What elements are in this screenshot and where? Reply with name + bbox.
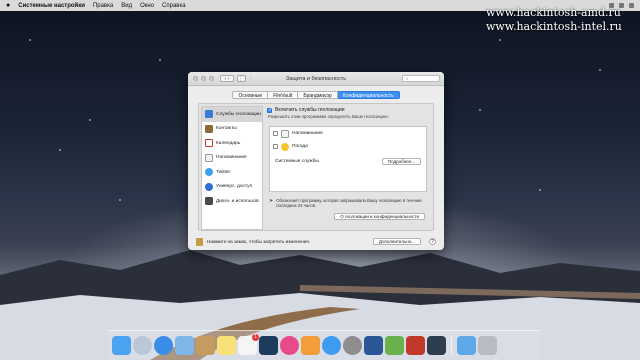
location-arrow-icon: ➤ bbox=[269, 198, 274, 204]
search-icon: ⌕ bbox=[406, 76, 409, 81]
sidebar-item-label: Службы геолокации bbox=[216, 111, 261, 117]
watermark-line: www.hackintosh-amd.ru bbox=[486, 6, 621, 19]
ibooks-icon[interactable] bbox=[301, 336, 320, 355]
enable-location-row[interactable]: Включить службы геолокации bbox=[267, 107, 431, 113]
sidebar-item-label: Контакты bbox=[216, 126, 237, 132]
location-note: ➤ Обозначает программу, которая запрашив… bbox=[269, 198, 427, 208]
sidebar-item-reminders[interactable]: Напоминания bbox=[202, 151, 262, 166]
tab-filevault[interactable]: FileVault bbox=[268, 91, 299, 99]
sidebar-item-label: Универс. доступ bbox=[216, 184, 253, 190]
sidebar-item-label: Twitter bbox=[216, 169, 231, 175]
about-privacy-button[interactable]: О геолокации и конфиденциальности bbox=[334, 213, 425, 220]
note-text: Обозначает программу, которая запрашивал… bbox=[276, 198, 422, 208]
watermark: www.hackintosh-amd.ru www.hackintosh-int… bbox=[486, 6, 622, 34]
twitter-icon bbox=[205, 168, 213, 177]
contacts-icon bbox=[205, 124, 213, 133]
sidebar-item-label: Календарь bbox=[216, 140, 241, 146]
sidebar-item-accessibility[interactable]: Универс. доступ bbox=[202, 180, 262, 195]
video-icon[interactable] bbox=[406, 336, 425, 355]
notes-icon[interactable] bbox=[217, 336, 236, 355]
search-field[interactable]: ⌕ bbox=[402, 75, 440, 82]
reminders-icon bbox=[205, 153, 213, 162]
menu-item-view[interactable]: Вид bbox=[121, 3, 132, 9]
trash-icon[interactable] bbox=[478, 336, 497, 355]
app-label: Напоминания bbox=[292, 131, 323, 136]
allow-apps-label: Разрешить этим программам определять Ваш… bbox=[268, 114, 389, 119]
menu-item-window[interactable]: Окно bbox=[140, 3, 154, 9]
app-checkbox[interactable] bbox=[273, 131, 278, 136]
window-footer: Нажмите на замок, чтобы запретить измене… bbox=[188, 233, 444, 250]
sidebar-item-calendar[interactable]: Календарь bbox=[202, 136, 262, 151]
tab-privacy[interactable]: Конфиденциальность bbox=[337, 91, 400, 99]
accessibility-icon bbox=[205, 182, 213, 191]
launchpad-icon[interactable] bbox=[133, 336, 152, 355]
location-app-list: Напоминания Погода Системные службы Подр… bbox=[269, 126, 427, 192]
diagnostics-icon bbox=[205, 197, 213, 206]
display-icon[interactable] bbox=[427, 336, 446, 355]
lock-text: Нажмите на замок, чтобы запретить измене… bbox=[207, 239, 310, 244]
advanced-button[interactable]: Дополнительно... bbox=[372, 238, 421, 245]
app-label: Погода bbox=[292, 144, 308, 149]
app-checkbox[interactable] bbox=[273, 144, 278, 149]
status-icon[interactable] bbox=[629, 3, 634, 8]
enable-location-label: Включить службы геолокации bbox=[275, 107, 345, 113]
mail-icon[interactable] bbox=[175, 336, 194, 355]
watermark-line: www.hackintosh-intel.ru bbox=[486, 20, 622, 33]
system-services-label: Системные службы bbox=[275, 158, 319, 164]
details-button[interactable]: Подробнее... bbox=[381, 157, 421, 165]
list-item[interactable]: Напоминания bbox=[270, 127, 426, 140]
notification-badge: 1 bbox=[252, 334, 259, 341]
sidebar-item-label: Напоминания bbox=[216, 155, 247, 161]
finder-icon[interactable] bbox=[112, 336, 131, 355]
appstore-icon[interactable] bbox=[322, 336, 341, 355]
lock-icon[interactable] bbox=[196, 237, 203, 246]
window-titlebar[interactable]: ‹ › ⋮⋮⋮ Защита и безопасность ⌕ bbox=[188, 72, 444, 86]
enable-location-checkbox[interactable] bbox=[267, 107, 273, 113]
security-privacy-window: ‹ › ⋮⋮⋮ Защита и безопасность ⌕ Основные… bbox=[188, 72, 444, 250]
contacts-dock-icon[interactable] bbox=[196, 336, 215, 355]
folder-icon[interactable] bbox=[457, 336, 476, 355]
sidebar-item-location[interactable]: Службы геолокации bbox=[202, 107, 262, 122]
photoshop-icon[interactable] bbox=[259, 336, 278, 355]
dock: 1 bbox=[108, 330, 540, 360]
dock-separator bbox=[451, 335, 452, 356]
tab-firewall[interactable]: Брандмауэр bbox=[298, 91, 338, 99]
system-services-row: Системные службы Подробнее... bbox=[270, 155, 426, 167]
apple-menu-icon[interactable]: ● bbox=[6, 2, 10, 9]
privacy-panel: Службы геолокации Контакты Календарь Нап… bbox=[198, 103, 434, 231]
sidebar-item-diagnostics[interactable]: Диагн. и использов. bbox=[202, 194, 262, 209]
system-preferences-icon[interactable] bbox=[343, 336, 362, 355]
word-icon[interactable] bbox=[364, 336, 383, 355]
reminders-app-icon bbox=[281, 129, 289, 138]
itunes-icon[interactable] bbox=[280, 336, 299, 355]
puzzle-icon[interactable] bbox=[385, 336, 404, 355]
weather-app-icon bbox=[281, 142, 289, 151]
tab-bar: Основные FileVault Брандмауэр Конфиденци… bbox=[188, 91, 444, 99]
reminders-dock-icon[interactable]: 1 bbox=[238, 334, 259, 355]
menu-item-help[interactable]: Справка bbox=[162, 3, 186, 9]
calendar-icon bbox=[205, 139, 213, 148]
safari-icon[interactable] bbox=[154, 336, 173, 355]
sidebar-item-contacts[interactable]: Контакты bbox=[202, 122, 262, 137]
sidebar-item-label: Диагн. и использов. bbox=[216, 198, 260, 204]
menu-item-edit[interactable]: Правка bbox=[93, 3, 113, 9]
privacy-sidebar: Службы геолокации Контакты Календарь Нап… bbox=[201, 106, 263, 230]
location-icon bbox=[205, 110, 213, 119]
sidebar-item-twitter[interactable]: Twitter bbox=[202, 165, 262, 180]
location-content: Включить службы геолокации Разрешить эти… bbox=[267, 107, 431, 227]
help-button[interactable]: ? bbox=[429, 238, 436, 245]
menu-app-name[interactable]: Системные настройки bbox=[18, 3, 85, 9]
tab-general[interactable]: Основные bbox=[232, 91, 269, 99]
list-item[interactable]: Погода bbox=[270, 140, 426, 153]
